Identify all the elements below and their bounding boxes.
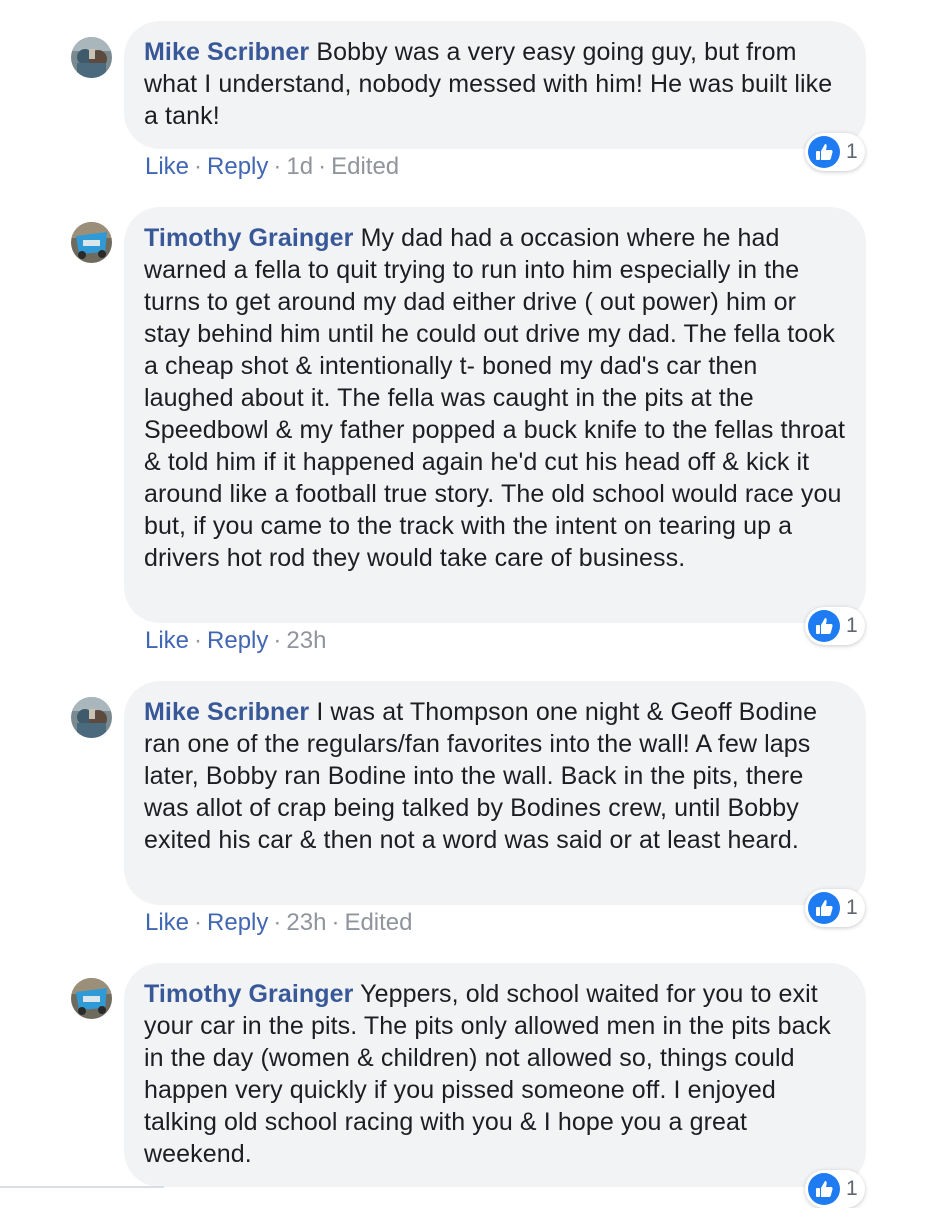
avatar[interactable] [71,37,112,78]
comment-author[interactable]: Timothy Grainger [144,224,354,252]
comment-actions: Like · Reply · 23h · Edited [145,908,413,938]
comment-bubble: Timothy Grainger My dad had a occasion w… [124,207,866,623]
edited-label[interactable]: Edited [331,153,399,180]
reply-link[interactable]: Reply [207,909,268,936]
reply-link[interactable]: Reply [207,153,268,180]
like-thumbs-up-icon [808,1173,840,1205]
timestamp[interactable]: 23h [286,909,326,936]
separator: · [273,153,282,180]
separator: · [273,627,282,654]
comment-bubble: Timothy Grainger Yeppers, old school wai… [124,963,866,1187]
reaction-count: 1 [846,1177,858,1200]
comment-author[interactable]: Timothy Grainger [144,980,354,1008]
comment-bubble: Mike Scribner Bobby was a very easy goin… [124,21,866,149]
reaction-count: 1 [846,896,858,919]
avatar[interactable] [71,697,112,738]
comment-actions: Like · Reply · 1d · Edited [145,152,399,182]
separator: · [331,909,340,936]
separator: · [194,909,203,936]
like-thumbs-up-icon [808,610,840,642]
reaction-badge[interactable]: 1 [805,889,865,927]
comment-author[interactable]: Mike Scribner [144,38,309,66]
divider [0,1186,164,1188]
timestamp[interactable]: 1d [286,153,313,180]
separator: · [194,153,203,180]
avatar[interactable] [71,222,112,263]
timestamp[interactable]: 23h [286,627,326,654]
reaction-badge[interactable]: 1 [805,133,865,171]
like-thumbs-up-icon [808,136,840,168]
like-thumbs-up-icon [808,892,840,924]
comment-bubble: Mike Scribner I was at Thompson one nigh… [124,681,866,905]
separator: · [318,153,327,180]
like-link[interactable]: Like [145,153,189,180]
like-link[interactable]: Like [145,627,189,654]
avatar[interactable] [71,978,112,1019]
comment-actions: Like · Reply · 23h [145,626,326,656]
reply-link[interactable]: Reply [207,627,268,654]
reaction-badge[interactable]: 1 [805,607,865,645]
separator: · [273,909,282,936]
comment-text: My dad had a occasion where he had warne… [144,224,846,572]
comment-text: Yeppers, old school waited for you to ex… [144,980,831,1168]
separator: · [194,627,203,654]
like-link[interactable]: Like [145,909,189,936]
comment-author[interactable]: Mike Scribner [144,698,309,726]
reaction-count: 1 [846,140,858,163]
reaction-count: 1 [846,614,858,637]
edited-label[interactable]: Edited [344,909,412,936]
reaction-badge[interactable]: 1 [805,1170,865,1208]
